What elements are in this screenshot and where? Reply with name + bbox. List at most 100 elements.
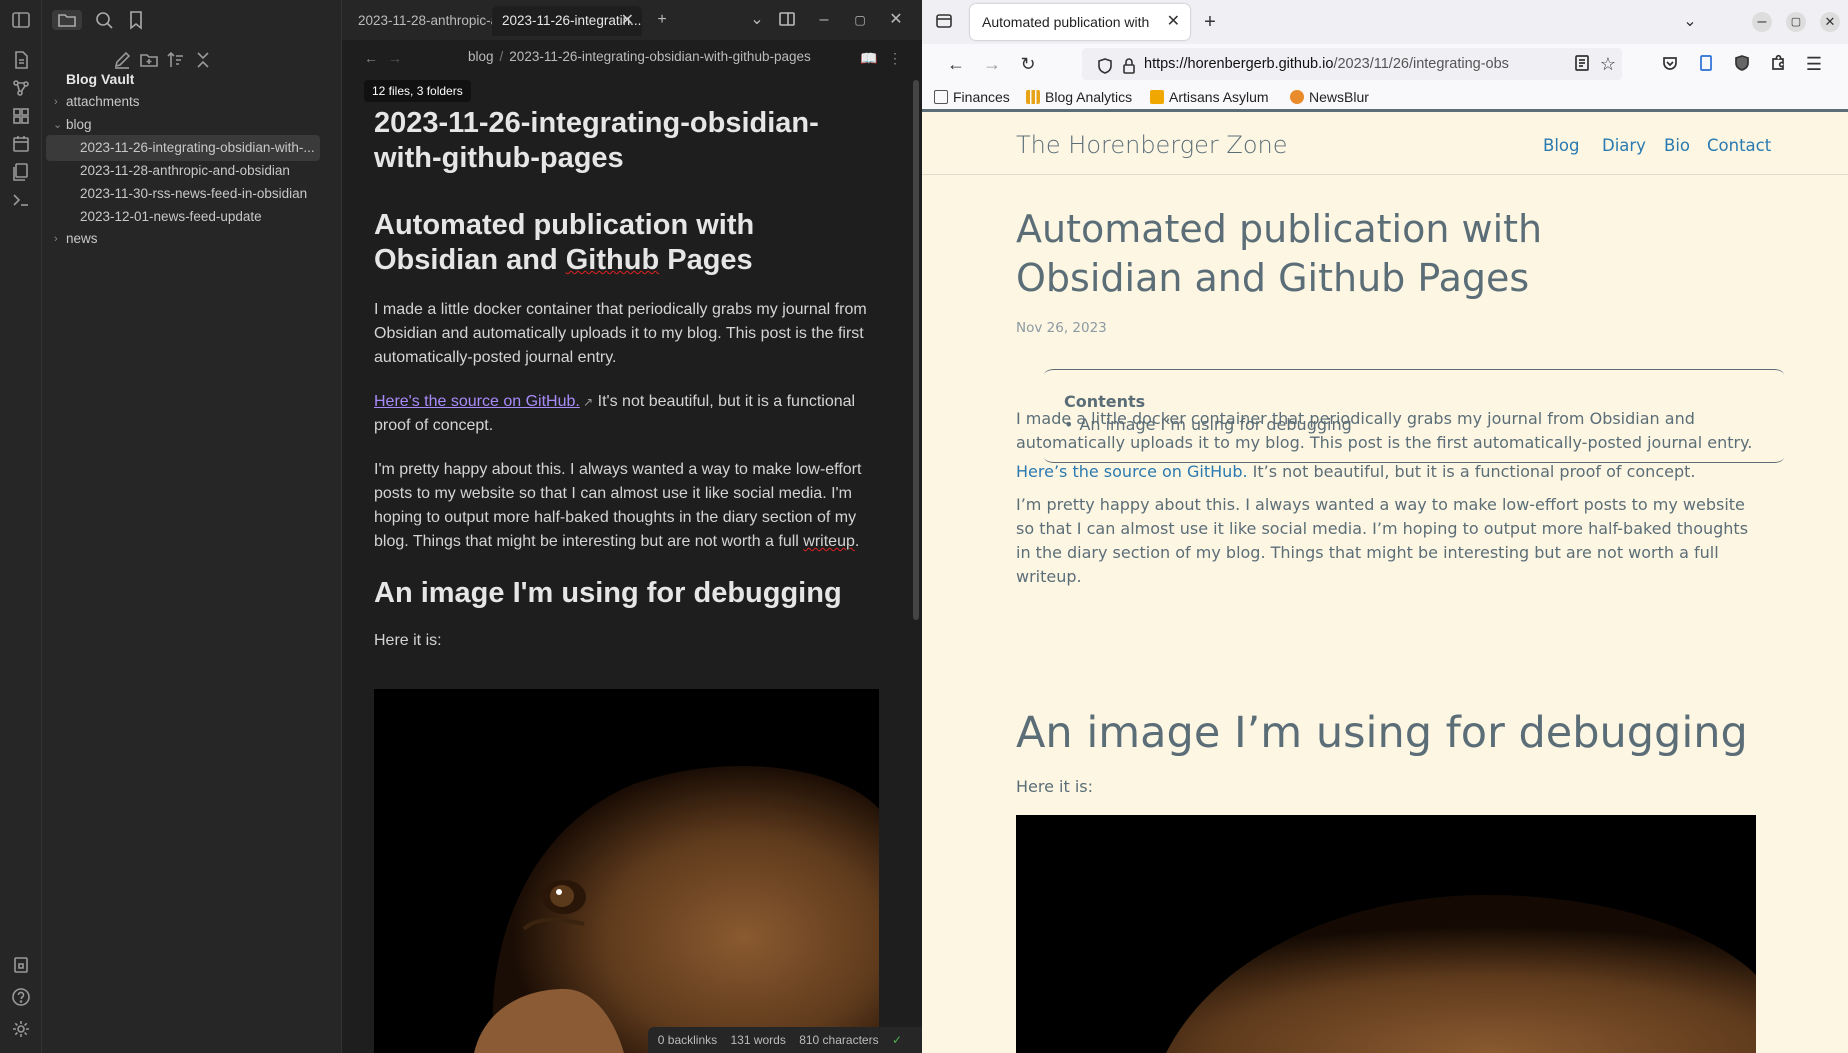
forward-arrow-icon[interactable]: → xyxy=(388,49,406,67)
bookmark-label: Finances xyxy=(953,89,1010,105)
close-icon[interactable]: ✕ xyxy=(621,6,634,36)
post-heading-2: An image I’m using for debugging xyxy=(1016,708,1748,758)
editor-scrollbar[interactable] xyxy=(913,80,919,620)
lock-icon[interactable] xyxy=(1120,55,1138,74)
tab-anthropic[interactable]: 2023-11-28-anthropic-an... xyxy=(342,6,492,36)
bookmarks-bar: Finances Blog Analytics Artisans Asylum … xyxy=(922,84,1848,112)
new-tab-icon[interactable]: + xyxy=(1200,12,1220,32)
firefox-window: Automated publication with ✕ + ⌄ – ▢ ✕ ← … xyxy=(922,0,1848,1053)
extensions-puzzle-icon[interactable] xyxy=(1768,54,1788,74)
bookmark-label: NewsBlur xyxy=(1309,89,1369,105)
analytics-icon xyxy=(1026,90,1040,104)
nav-blog[interactable]: Blog xyxy=(1543,136,1579,155)
sidebar-toggle-icon[interactable] xyxy=(11,10,31,30)
bookmark-newsblur[interactable]: NewsBlur xyxy=(1290,89,1369,105)
url-host: https://horenbergerb.github.io xyxy=(1144,56,1334,72)
chevron-down-icon[interactable]: ⌄ xyxy=(747,10,767,30)
word-count: 131 words xyxy=(730,1033,786,1047)
note-content[interactable]: 2023-11-26-integrating-obsidian-with-git… xyxy=(374,106,884,653)
help-icon[interactable] xyxy=(11,987,31,1007)
files-tab-icon[interactable] xyxy=(52,10,82,30)
note-heading-2: An image I'm using for debugging xyxy=(374,577,842,609)
post-paragraph-4: Here it is: xyxy=(1016,777,1094,796)
more-options-icon[interactable]: ⋮ xyxy=(886,49,904,67)
reader-view-icon[interactable] xyxy=(1572,54,1592,74)
folder-icon xyxy=(934,90,948,104)
back-arrow-icon[interactable]: ← xyxy=(364,49,382,67)
note-paragraph-3: I'm pretty happy about this. I always wa… xyxy=(374,458,884,554)
nav-diary[interactable]: Diary xyxy=(1602,136,1646,155)
chevron-right-icon[interactable]: › xyxy=(54,226,66,252)
proboscis-monkey-image xyxy=(374,689,879,1053)
bookmark-blog-analytics[interactable]: Blog Analytics xyxy=(1026,89,1132,105)
canvas-icon[interactable] xyxy=(11,106,31,126)
terminal-icon[interactable] xyxy=(11,190,31,210)
extension-page-icon[interactable] xyxy=(1696,54,1716,74)
search-icon[interactable] xyxy=(94,10,114,30)
file-explorer-sidebar: Blog Vault › attachments ⌄ blog 2023-11-… xyxy=(42,0,342,1053)
tab-title: Automated publication with xyxy=(982,14,1150,30)
split-view-icon[interactable] xyxy=(777,10,797,30)
character-count: 810 characters xyxy=(799,1033,879,1047)
nav-contact[interactable]: Contact xyxy=(1707,136,1771,155)
note-paragraph-2: Here's the source on GitHub. ↗ It's not … xyxy=(374,390,884,438)
maximize-icon[interactable]: ▢ xyxy=(850,10,870,30)
back-arrow-icon[interactable]: ← xyxy=(946,54,966,74)
post-date: Nov 26, 2023 xyxy=(1016,320,1107,336)
browser-tab[interactable]: Automated publication with ✕ xyxy=(970,4,1190,40)
breadcrumb-folder[interactable]: blog xyxy=(468,49,494,64)
close-window-icon[interactable]: ✕ xyxy=(1820,12,1840,32)
reading-view-icon[interactable]: 📖 xyxy=(860,49,878,67)
github-source-link[interactable]: Here's the source on GitHub. xyxy=(374,393,580,410)
tab-integrating[interactable]: 2023-11-26-integratin... ✕ xyxy=(492,6,642,36)
note-title[interactable]: 2023-11-26-integrating-obsidian-with-git… xyxy=(374,106,874,176)
editor-pane: ← → blog/2023-11-26-integrating-obsidian… xyxy=(342,40,922,1053)
site-title[interactable]: The Horenberger Zone xyxy=(1016,131,1288,159)
forward-arrow-icon[interactable]: → xyxy=(982,54,1002,74)
browser-tab-strip: Automated publication with ✕ + ⌄ – ▢ ✕ xyxy=(922,0,1848,44)
pocket-icon[interactable] xyxy=(1660,54,1680,74)
paragraph-text: I'm pretty happy about this. I always wa… xyxy=(374,461,862,550)
bookmark-finances[interactable]: Finances xyxy=(934,89,1010,105)
nav-bio[interactable]: Bio xyxy=(1664,136,1690,155)
vault-switch-icon[interactable] xyxy=(11,955,31,975)
templates-icon[interactable] xyxy=(11,162,31,182)
new-note-icon[interactable] xyxy=(11,50,31,70)
heading-text: Pages xyxy=(659,244,753,276)
newsblur-icon xyxy=(1290,90,1304,104)
obsidian-window: Blog Vault › attachments ⌄ blog 2023-11-… xyxy=(0,0,922,1053)
breadcrumb-file[interactable]: 2023-11-26-integrating-obsidian-with-git… xyxy=(509,49,810,64)
firefox-view-icon[interactable] xyxy=(934,12,954,32)
backlinks-count[interactable]: 0 backlinks xyxy=(658,1033,717,1047)
status-bar: 0 backlinks 131 words 810 characters ✓ xyxy=(647,1027,922,1053)
settings-gear-icon[interactable] xyxy=(11,1019,31,1039)
shield-icon[interactable] xyxy=(1096,55,1114,74)
reload-icon[interactable]: ↻ xyxy=(1018,54,1038,74)
collapse-all-icon[interactable] xyxy=(193,50,213,70)
sync-check-icon[interactable]: ✓ xyxy=(892,1033,902,1047)
maximize-icon[interactable]: ▢ xyxy=(1786,12,1806,32)
folder-news[interactable]: news xyxy=(66,226,326,252)
bitwarden-icon[interactable] xyxy=(1732,54,1752,74)
calendar-icon[interactable] xyxy=(11,134,31,154)
new-tab-icon[interactable]: + xyxy=(652,10,672,30)
chevron-down-icon[interactable]: ⌄ xyxy=(1680,12,1700,32)
tooltip: 12 files, 3 folders xyxy=(364,80,471,102)
bookmark-icon[interactable] xyxy=(126,10,146,30)
sort-icon[interactable] xyxy=(166,50,186,70)
url-bar[interactable]: https://horenbergerb.github.io/2023/11/2… xyxy=(1082,48,1622,80)
bookmark-label: Blog Analytics xyxy=(1045,89,1133,105)
breadcrumb: blog/2023-11-26-integrating-obsidian-wit… xyxy=(468,49,811,64)
minimize-icon[interactable]: – xyxy=(814,10,834,30)
github-source-link[interactable]: Here’s the source on GitHub. xyxy=(1016,462,1248,481)
close-window-icon[interactable]: ✕ xyxy=(886,10,906,30)
bookmark-star-icon[interactable]: ☆ xyxy=(1598,54,1618,74)
post-paragraph-3: I’m pretty happy about this. I always wa… xyxy=(1016,495,1749,586)
graph-view-icon[interactable] xyxy=(11,78,31,98)
debug-image xyxy=(1016,815,1756,1053)
new-folder-icon[interactable] xyxy=(139,50,159,70)
close-icon[interactable]: ✕ xyxy=(1167,4,1180,40)
minimize-icon[interactable]: – xyxy=(1752,12,1772,32)
hamburger-menu-icon[interactable]: ☰ xyxy=(1804,54,1824,74)
bookmark-artisans-asylum[interactable]: Artisans Asylum xyxy=(1150,89,1269,105)
